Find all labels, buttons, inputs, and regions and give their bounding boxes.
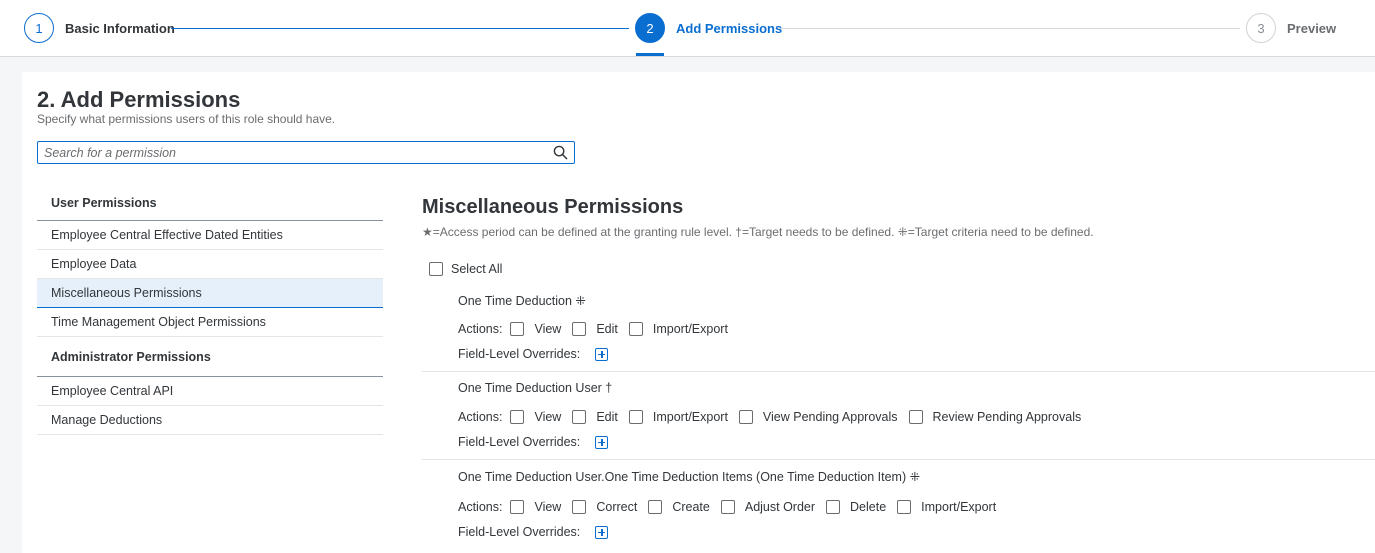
nav-item-time-management-object-permissions[interactable]: Time Management Object Permissions <box>37 308 383 337</box>
page-title: 2. Add Permissions <box>37 87 241 112</box>
action-checkbox[interactable] <box>572 410 587 424</box>
action-option[interactable]: Delete <box>826 500 886 514</box>
action-label: Import/Export <box>921 500 997 514</box>
action-checkbox[interactable] <box>908 410 923 424</box>
overrides-label: Field-Level Overrides: <box>458 347 581 361</box>
action-checkbox[interactable] <box>628 322 643 336</box>
action-option[interactable]: View Pending Approvals <box>738 410 898 424</box>
nav-item-employee-data[interactable]: Employee Data <box>37 250 383 279</box>
permission-legend: ★=Access period can be defined at the gr… <box>422 225 1094 239</box>
permission-section: Miscellaneous Permissions ★=Access perio… <box>422 196 1375 539</box>
action-checkbox[interactable] <box>572 500 587 514</box>
step-label-3: Preview <box>1287 20 1337 36</box>
nav-item-manage-deductions[interactable]: Manage Deductions <box>37 406 383 435</box>
permission-title: One Time Deduction ⁜ <box>458 294 586 308</box>
action-option[interactable]: Create <box>648 500 710 514</box>
action-option[interactable]: Adjust Order <box>720 500 816 514</box>
actions-label: Actions: <box>458 410 503 424</box>
action-label: Create <box>672 500 710 514</box>
add-override-icon[interactable] <box>595 347 609 361</box>
action-checkbox[interactable] <box>510 410 525 424</box>
permission-actions: Actions: View Correct Create Adjust Orde… <box>458 500 1007 514</box>
action-checkbox[interactable] <box>572 322 587 336</box>
select-all-label: Select All <box>451 262 503 276</box>
page-subtitle: Specify what permissions users of this r… <box>37 112 336 126</box>
actions-label: Actions: <box>458 322 503 336</box>
action-label: Review Pending Approvals <box>932 410 1082 424</box>
action-checkbox[interactable] <box>897 500 912 514</box>
step-label-2: Add Permissions <box>676 20 783 36</box>
nav-item-employee-central-effective-dated-entities[interactable]: Employee Central Effective Dated Entitie… <box>37 221 383 250</box>
actions-label: Actions: <box>458 500 503 514</box>
step-connector-1 <box>171 28 629 29</box>
step-number-2: 2 <box>635 13 665 43</box>
permissions-card: 2. Add Permissions Specify what permissi… <box>22 72 1375 553</box>
step-number-1: 1 <box>24 13 54 43</box>
section-title: Miscellaneous Permissions <box>422 196 684 218</box>
action-checkbox[interactable] <box>510 322 525 336</box>
permission-actions: Actions: View Edit Import/Export View Pe… <box>458 410 1092 424</box>
action-option[interactable]: Import/Export <box>628 322 728 336</box>
action-checkbox[interactable] <box>738 410 753 424</box>
search-box[interactable] <box>37 141 575 164</box>
action-checkbox[interactable] <box>648 500 663 514</box>
active-step-indicator <box>636 53 664 56</box>
action-label: View <box>534 410 562 424</box>
action-checkbox[interactable] <box>720 500 735 514</box>
nav-group-user-permissions: User Permissions <box>37 192 383 221</box>
add-override-icon[interactable] <box>595 525 609 539</box>
action-label: Import/Export <box>652 322 728 336</box>
action-option[interactable]: Import/Export <box>897 500 996 514</box>
wizard-step-1[interactable]: 1 Basic Information <box>24 13 175 43</box>
action-checkbox[interactable] <box>628 410 643 424</box>
action-option[interactable]: View <box>510 410 561 424</box>
action-option[interactable]: Review Pending Approvals <box>908 410 1082 424</box>
nav-item-miscellaneous-permissions[interactable]: Miscellaneous Permissions <box>37 279 383 308</box>
step-label-1: Basic Information <box>65 20 175 36</box>
select-all-checkbox[interactable] <box>429 262 443 276</box>
action-option[interactable]: View <box>510 322 561 336</box>
field-level-overrides: Field-Level Overrides: <box>458 435 609 449</box>
action-label: View <box>534 322 562 336</box>
nav-item-employee-central-api[interactable]: Employee Central API <box>37 377 383 406</box>
overrides-label: Field-Level Overrides: <box>458 435 581 449</box>
step-number-3: 3 <box>1246 13 1276 43</box>
step-connector-2 <box>778 28 1240 29</box>
action-option[interactable]: Edit <box>572 410 618 424</box>
action-checkbox[interactable] <box>826 500 841 514</box>
action-label: Edit <box>596 322 618 336</box>
permission-category-nav: User Permissions Employee Central Effect… <box>37 192 383 435</box>
action-checkbox[interactable] <box>510 500 525 514</box>
action-option[interactable]: Edit <box>572 322 618 336</box>
select-all[interactable]: Select All <box>429 262 502 276</box>
row-divider <box>422 459 1375 460</box>
action-label: View Pending Approvals <box>762 410 898 424</box>
action-option[interactable]: View <box>510 500 561 514</box>
nav-group-administrator-permissions: Administrator Permissions <box>37 337 383 377</box>
action-label: Import/Export <box>652 410 728 424</box>
wizard-step-2[interactable]: 2 Add Permissions <box>635 13 782 43</box>
field-level-overrides: Field-Level Overrides: <box>458 347 609 361</box>
action-label: View <box>534 500 562 514</box>
add-override-icon[interactable] <box>595 435 609 449</box>
action-option[interactable]: Correct <box>572 500 637 514</box>
permission-title: One Time Deduction User.One Time Deducti… <box>458 470 921 484</box>
action-option[interactable]: Import/Export <box>628 410 728 424</box>
search-icon[interactable] <box>553 145 568 160</box>
row-divider <box>422 371 1375 372</box>
field-level-overrides: Field-Level Overrides: <box>458 525 609 539</box>
search-input[interactable] <box>44 144 544 161</box>
action-label: Delete <box>850 500 887 514</box>
permission-title: One Time Deduction User † <box>458 381 613 395</box>
permission-actions: Actions: View Edit Import/Export <box>458 322 739 336</box>
wizard-step-3[interactable]: 3 Preview <box>1246 13 1336 43</box>
action-label: Edit <box>596 410 618 424</box>
action-label: Adjust Order <box>744 500 816 514</box>
action-label: Correct <box>596 500 638 514</box>
overrides-label: Field-Level Overrides: <box>458 525 581 539</box>
wizard-header: 1 Basic Information 2 Add Permissions 3 … <box>0 0 1375 57</box>
